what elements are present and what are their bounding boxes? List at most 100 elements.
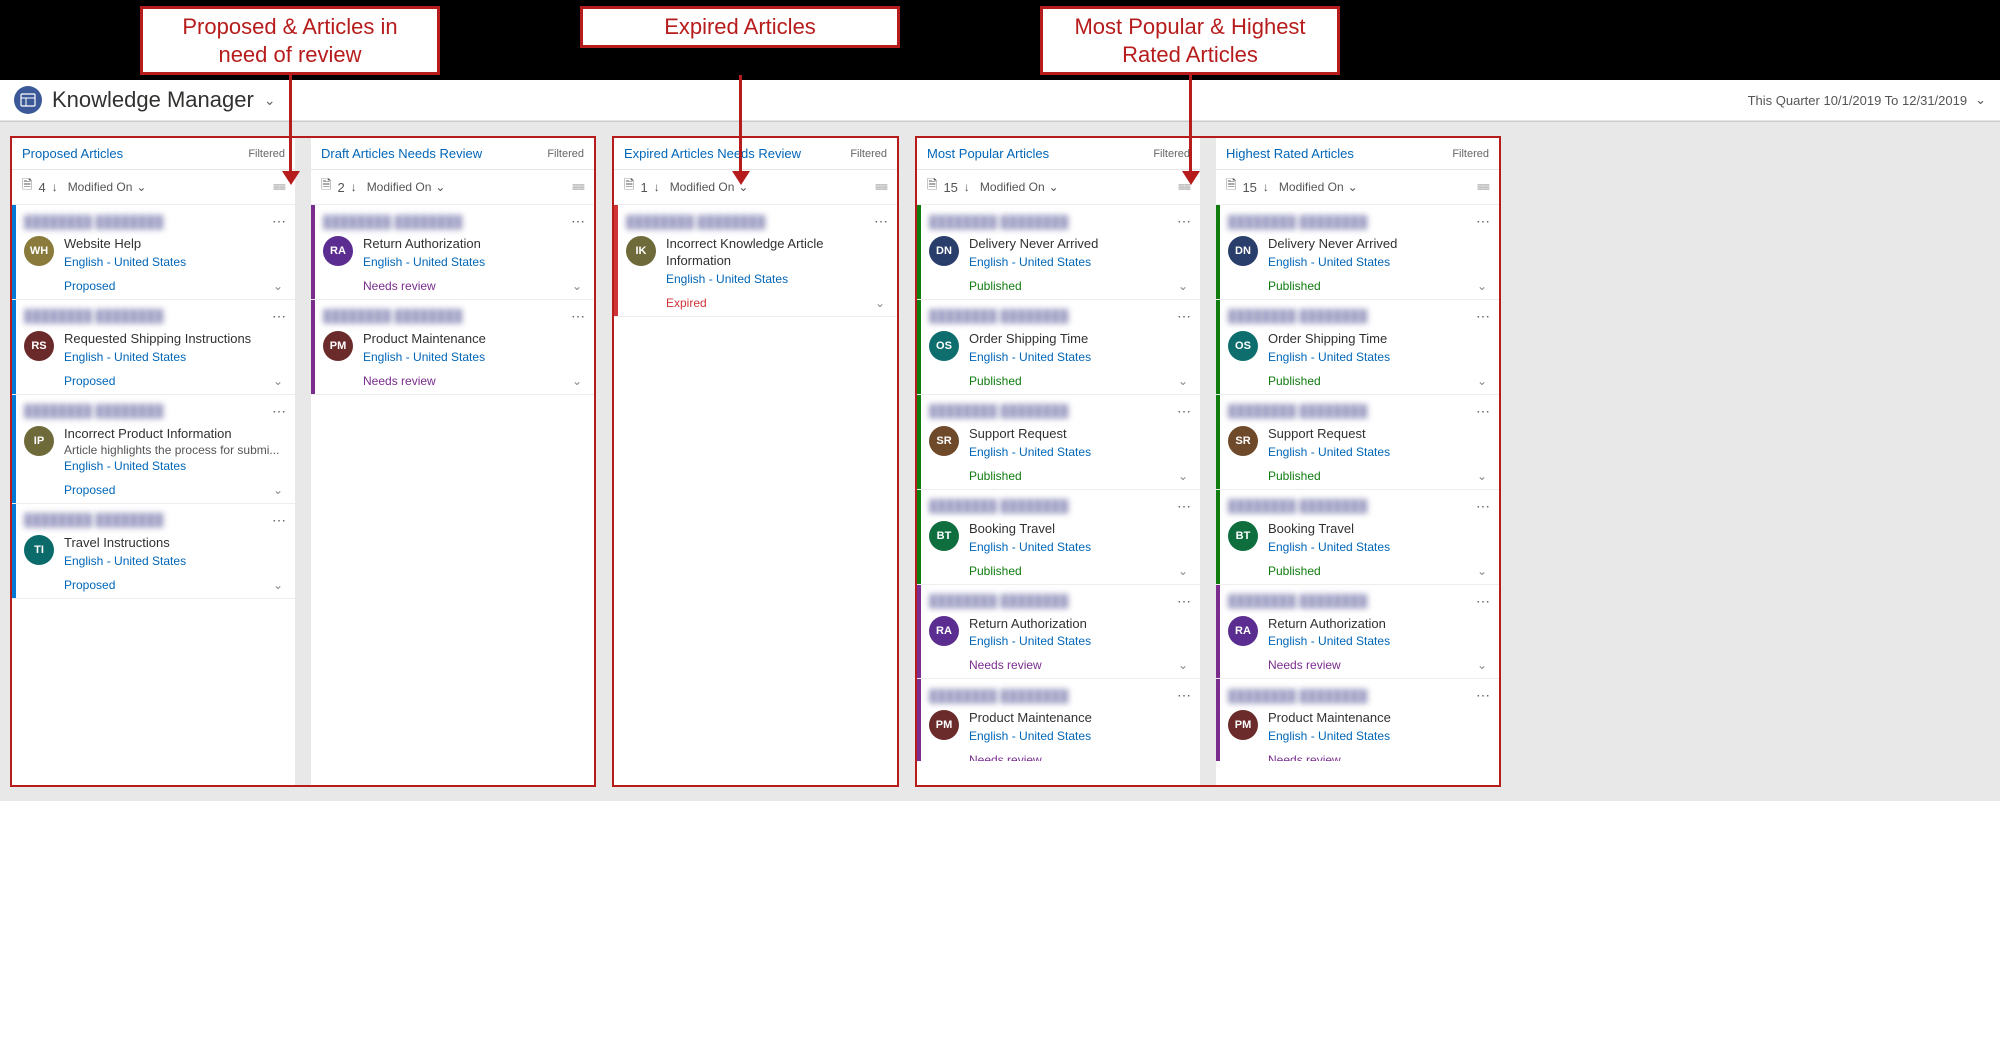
article-card[interactable]: ████████ ████████⋯IPIncorrect Product In… xyxy=(12,395,295,504)
article-status: Published xyxy=(1268,374,1321,388)
card-more-menu[interactable]: ⋯ xyxy=(1476,498,1491,515)
card-more-menu[interactable]: ⋯ xyxy=(1177,593,1192,610)
article-card[interactable]: ████████ ████████⋯RSRequested Shipping I… xyxy=(12,300,295,395)
expand-card-icon[interactable]: ⌄ xyxy=(1477,374,1487,388)
group-expired: Expired Articles Needs ReviewFiltered🗎1↓… xyxy=(612,136,899,787)
expand-card-icon[interactable]: ⌄ xyxy=(1477,279,1487,293)
card-more-menu[interactable]: ⋯ xyxy=(1177,403,1192,420)
status-stripe xyxy=(614,205,618,316)
expand-card-icon[interactable]: ⌄ xyxy=(273,483,283,497)
card-more-menu[interactable]: ⋯ xyxy=(1177,498,1192,515)
article-card[interactable]: ████████ ████████⋯RAReturn Authorization… xyxy=(1216,585,1499,680)
sort-field-dropdown[interactable]: Modified On ⌄ xyxy=(367,180,446,194)
card-more-menu[interactable]: ⋯ xyxy=(571,213,586,230)
expand-card-icon[interactable]: ⌄ xyxy=(1477,753,1487,761)
article-card[interactable]: ████████ ████████⋯OSOrder Shipping TimeE… xyxy=(917,300,1200,395)
article-card[interactable]: ████████ ████████⋯RAReturn Authorization… xyxy=(311,205,594,300)
expand-card-icon[interactable]: ⌄ xyxy=(1477,564,1487,578)
article-card[interactable]: ████████ ████████⋯PMProduct MaintenanceE… xyxy=(311,300,594,395)
sort-field-dropdown[interactable]: Modified On ⌄ xyxy=(980,180,1059,194)
sort-field-dropdown[interactable]: Modified On ⌄ xyxy=(68,180,147,194)
article-card[interactable]: ████████ ████████⋯BTBooking TravelEnglis… xyxy=(1216,490,1499,585)
card-meta-redacted: ████████ ████████ xyxy=(24,309,163,323)
card-more-menu[interactable]: ⋯ xyxy=(272,512,287,529)
expand-card-icon[interactable]: ⌄ xyxy=(1178,753,1188,761)
sort-field-dropdown[interactable]: Modified On ⌄ xyxy=(1279,180,1358,194)
expand-card-icon[interactable]: ⌄ xyxy=(1477,469,1487,483)
card-more-menu[interactable]: ⋯ xyxy=(1476,213,1491,230)
article-language: English - United States xyxy=(64,350,287,364)
expand-card-icon[interactable]: ⌄ xyxy=(1477,658,1487,672)
view-options-icon[interactable]: ≡≡ xyxy=(875,180,887,194)
article-language: English - United States xyxy=(1268,729,1491,743)
article-card[interactable]: ████████ ████████⋯SRSupport RequestEngli… xyxy=(917,395,1200,490)
sort-direction-icon[interactable]: ↓ xyxy=(1263,180,1269,194)
card-more-menu[interactable]: ⋯ xyxy=(874,213,889,230)
article-card[interactable]: ████████ ████████⋯RAReturn Authorization… xyxy=(917,585,1200,680)
date-filter[interactable]: This Quarter 10/1/2019 To 12/31/2019 ⌄ xyxy=(1748,92,1986,108)
panel-count: 15 xyxy=(1242,180,1256,195)
card-more-menu[interactable]: ⋯ xyxy=(1476,593,1491,610)
expand-card-icon[interactable]: ⌄ xyxy=(1178,564,1188,578)
article-card[interactable]: ████████ ████████⋯PMProduct MaintenanceE… xyxy=(917,679,1200,761)
expand-card-icon[interactable]: ⌄ xyxy=(273,279,283,293)
sort-direction-icon[interactable]: ↓ xyxy=(964,180,970,194)
card-meta-redacted: ████████ ████████ xyxy=(323,215,462,229)
article-title: Return Authorization xyxy=(969,616,1192,633)
sort-direction-icon[interactable]: ↓ xyxy=(52,180,58,194)
article-status: Proposed xyxy=(64,279,115,293)
article-status: Proposed xyxy=(64,578,115,592)
card-more-menu[interactable]: ⋯ xyxy=(1177,213,1192,230)
article-title: Requested Shipping Instructions xyxy=(64,331,287,348)
article-language: English - United States xyxy=(1268,445,1491,459)
card-more-menu[interactable]: ⋯ xyxy=(1177,687,1192,704)
status-stripe xyxy=(917,300,921,394)
panel-title[interactable]: Proposed Articles xyxy=(22,146,123,161)
article-card[interactable]: ████████ ████████⋯IKIncorrect Knowledge … xyxy=(614,205,897,317)
view-options-icon[interactable]: ≡≡ xyxy=(572,180,584,194)
card-more-menu[interactable]: ⋯ xyxy=(1476,308,1491,325)
article-card[interactable]: ████████ ████████⋯DNDelivery Never Arriv… xyxy=(1216,205,1499,300)
expand-card-icon[interactable]: ⌄ xyxy=(572,279,582,293)
panel-controls: 🗎2↓Modified On ⌄≡≡ xyxy=(311,170,594,205)
panel-title[interactable]: Expired Articles Needs Review xyxy=(624,146,801,161)
arrow-icon xyxy=(289,75,292,175)
card-more-menu[interactable]: ⋯ xyxy=(1476,687,1491,704)
article-card[interactable]: ████████ ████████⋯DNDelivery Never Arriv… xyxy=(917,205,1200,300)
expand-card-icon[interactable]: ⌄ xyxy=(1178,374,1188,388)
sort-direction-icon[interactable]: ↓ xyxy=(351,180,357,194)
article-card[interactable]: ████████ ████████⋯SRSupport RequestEngli… xyxy=(1216,395,1499,490)
sort-direction-icon[interactable]: ↓ xyxy=(654,180,660,194)
article-card[interactable]: ████████ ████████⋯TITravel InstructionsE… xyxy=(12,504,295,599)
view-options-icon[interactable]: ≡≡ xyxy=(1477,180,1489,194)
panel-controls: 🗎15↓Modified On ⌄≡≡ xyxy=(1216,170,1499,205)
expand-card-icon[interactable]: ⌄ xyxy=(273,578,283,592)
panel-title[interactable]: Most Popular Articles xyxy=(927,146,1049,161)
expand-card-icon[interactable]: ⌄ xyxy=(1178,469,1188,483)
card-more-menu[interactable]: ⋯ xyxy=(1476,403,1491,420)
expand-card-icon[interactable]: ⌄ xyxy=(875,296,885,310)
card-more-menu[interactable]: ⋯ xyxy=(571,308,586,325)
dashboard-dropdown[interactable]: ⌄ xyxy=(264,92,276,109)
article-card[interactable]: ████████ ████████⋯OSOrder Shipping TimeE… xyxy=(1216,300,1499,395)
card-more-menu[interactable]: ⋯ xyxy=(272,213,287,230)
panel-proposed: Proposed ArticlesFiltered🗎4↓Modified On … xyxy=(12,138,295,785)
callout-right: Most Popular & Highest Rated Articles xyxy=(1040,6,1340,75)
expand-card-icon[interactable]: ⌄ xyxy=(1178,658,1188,672)
panel-title[interactable]: Highest Rated Articles xyxy=(1226,146,1354,161)
article-card[interactable]: ████████ ████████⋯WHWebsite HelpEnglish … xyxy=(12,205,295,300)
expand-card-icon[interactable]: ⌄ xyxy=(572,374,582,388)
expand-card-icon[interactable]: ⌄ xyxy=(1178,279,1188,293)
card-more-menu[interactable]: ⋯ xyxy=(1177,308,1192,325)
card-more-menu[interactable]: ⋯ xyxy=(272,403,287,420)
article-status: Published xyxy=(1268,279,1321,293)
document-icon: 🗎 xyxy=(22,176,32,198)
expand-card-icon[interactable]: ⌄ xyxy=(273,374,283,388)
article-language: English - United States xyxy=(1268,634,1491,648)
card-list: ████████ ████████⋯RAReturn Authorization… xyxy=(311,205,594,785)
panel-title[interactable]: Draft Articles Needs Review xyxy=(321,146,482,161)
card-more-menu[interactable]: ⋯ xyxy=(272,308,287,325)
article-card[interactable]: ████████ ████████⋯BTBooking TravelEnglis… xyxy=(917,490,1200,585)
article-card[interactable]: ████████ ████████⋯PMProduct MaintenanceE… xyxy=(1216,679,1499,761)
author-avatar: RA xyxy=(1228,616,1258,646)
